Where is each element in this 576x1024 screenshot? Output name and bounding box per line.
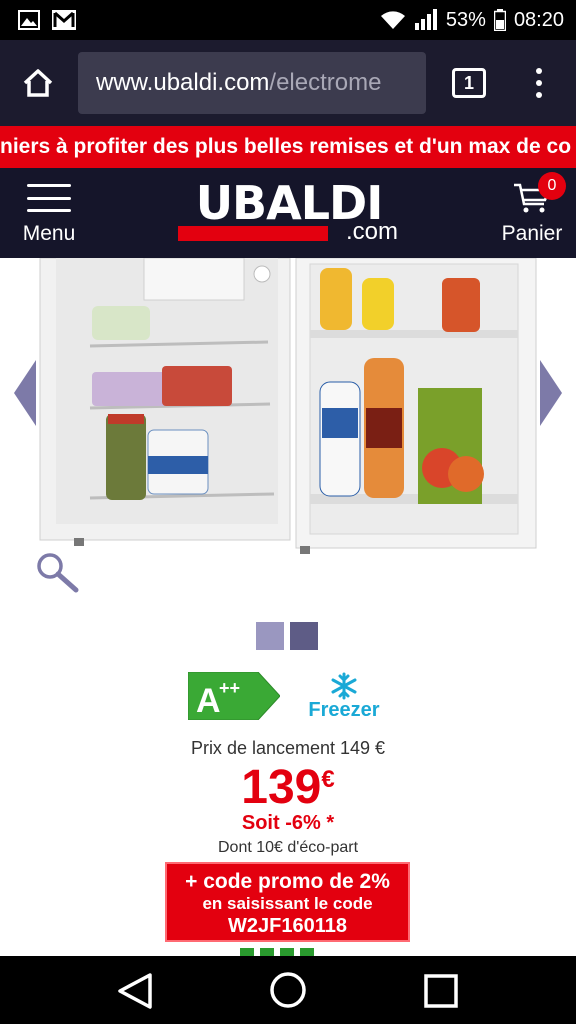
snowflake-icon xyxy=(331,672,357,700)
cart-count-badge: 0 xyxy=(538,172,566,200)
price-value: 139 xyxy=(241,761,322,814)
clock: 08:20 xyxy=(513,8,564,31)
price-currency: € xyxy=(321,766,335,793)
promo-code: W2JF160118 xyxy=(228,915,347,937)
svg-text:A: A xyxy=(196,682,221,720)
promo-ticker-text: niers à profiter des plus belles remises… xyxy=(0,135,572,158)
gallery-next-arrow[interactable] xyxy=(540,360,562,426)
url-path: /electrome xyxy=(269,69,382,96)
url-host: www.ubaldi.com xyxy=(96,69,270,96)
freezer-label: Freezer xyxy=(308,699,379,720)
promo-line-2: en saisissant le code xyxy=(202,894,373,913)
battery-percent: 53% xyxy=(445,8,486,31)
promo-ticker[interactable]: niers à profiter des plus belles remises… xyxy=(0,126,576,168)
overflow-menu-button[interactable] xyxy=(524,66,554,100)
tab-switcher-button[interactable]: 1 xyxy=(452,68,486,98)
launch-price: Prix de lancement 149 € xyxy=(190,738,386,758)
logo-suffix: .com xyxy=(345,218,398,245)
gmail-notification-icon xyxy=(52,10,76,30)
eco-part-text: Dont 10€ d'éco-part xyxy=(217,839,359,856)
url-bar[interactable]: www.ubaldi.com/electrome xyxy=(78,52,426,114)
discount-text: Soit -6% * xyxy=(241,812,335,834)
promo-line-1: + code promo de 2% xyxy=(185,870,390,893)
product-gallery[interactable] xyxy=(0,258,576,608)
price: 139€ xyxy=(0,762,576,814)
home-button[interactable] xyxy=(0,40,76,126)
svg-text:++: ++ xyxy=(219,678,240,698)
gallery-dot-2[interactable] xyxy=(290,622,318,650)
energy-class-badge: A ++ xyxy=(188,672,280,720)
site-header: Menu UBALDI .com 0 Panier xyxy=(0,168,576,258)
gallery-prev-arrow[interactable] xyxy=(14,360,36,426)
product-image[interactable] xyxy=(30,258,546,558)
zoom-icon[interactable] xyxy=(34,550,80,596)
gallery-pagination xyxy=(256,622,318,650)
wifi-icon xyxy=(380,10,406,30)
more-vert-icon xyxy=(536,68,542,74)
hamburger-icon xyxy=(27,184,71,212)
home-icon xyxy=(23,69,53,97)
ubaldi-logo[interactable]: UBALDI .com xyxy=(178,180,400,248)
promo-code-box: + code promo de 2% en saisissant le code… xyxy=(165,862,410,942)
signal-icon xyxy=(414,9,438,31)
screen: 53% 08:20 www.ubaldi.com/electrome 1 nie… xyxy=(0,0,576,1024)
menu-button[interactable]: Menu xyxy=(18,184,80,250)
battery-icon xyxy=(493,9,506,31)
status-bar: 53% 08:20 xyxy=(0,0,576,40)
cart-button[interactable]: 0 Panier xyxy=(494,172,570,252)
image-notification-icon xyxy=(18,10,40,30)
browser-toolbar: www.ubaldi.com/electrome 1 xyxy=(0,40,576,126)
freezer-badge: Freezer xyxy=(308,672,380,720)
cut-off-text xyxy=(240,948,330,956)
menu-label: Menu xyxy=(22,222,76,245)
back-icon[interactable] xyxy=(116,972,154,1010)
home-circle-icon[interactable] xyxy=(268,970,308,1010)
recent-apps-icon[interactable] xyxy=(424,974,458,1008)
gallery-dot-1[interactable] xyxy=(256,622,284,650)
logo-red-bar xyxy=(178,226,328,241)
android-nav-bar xyxy=(0,956,576,1024)
cart-label: Panier xyxy=(501,222,563,245)
